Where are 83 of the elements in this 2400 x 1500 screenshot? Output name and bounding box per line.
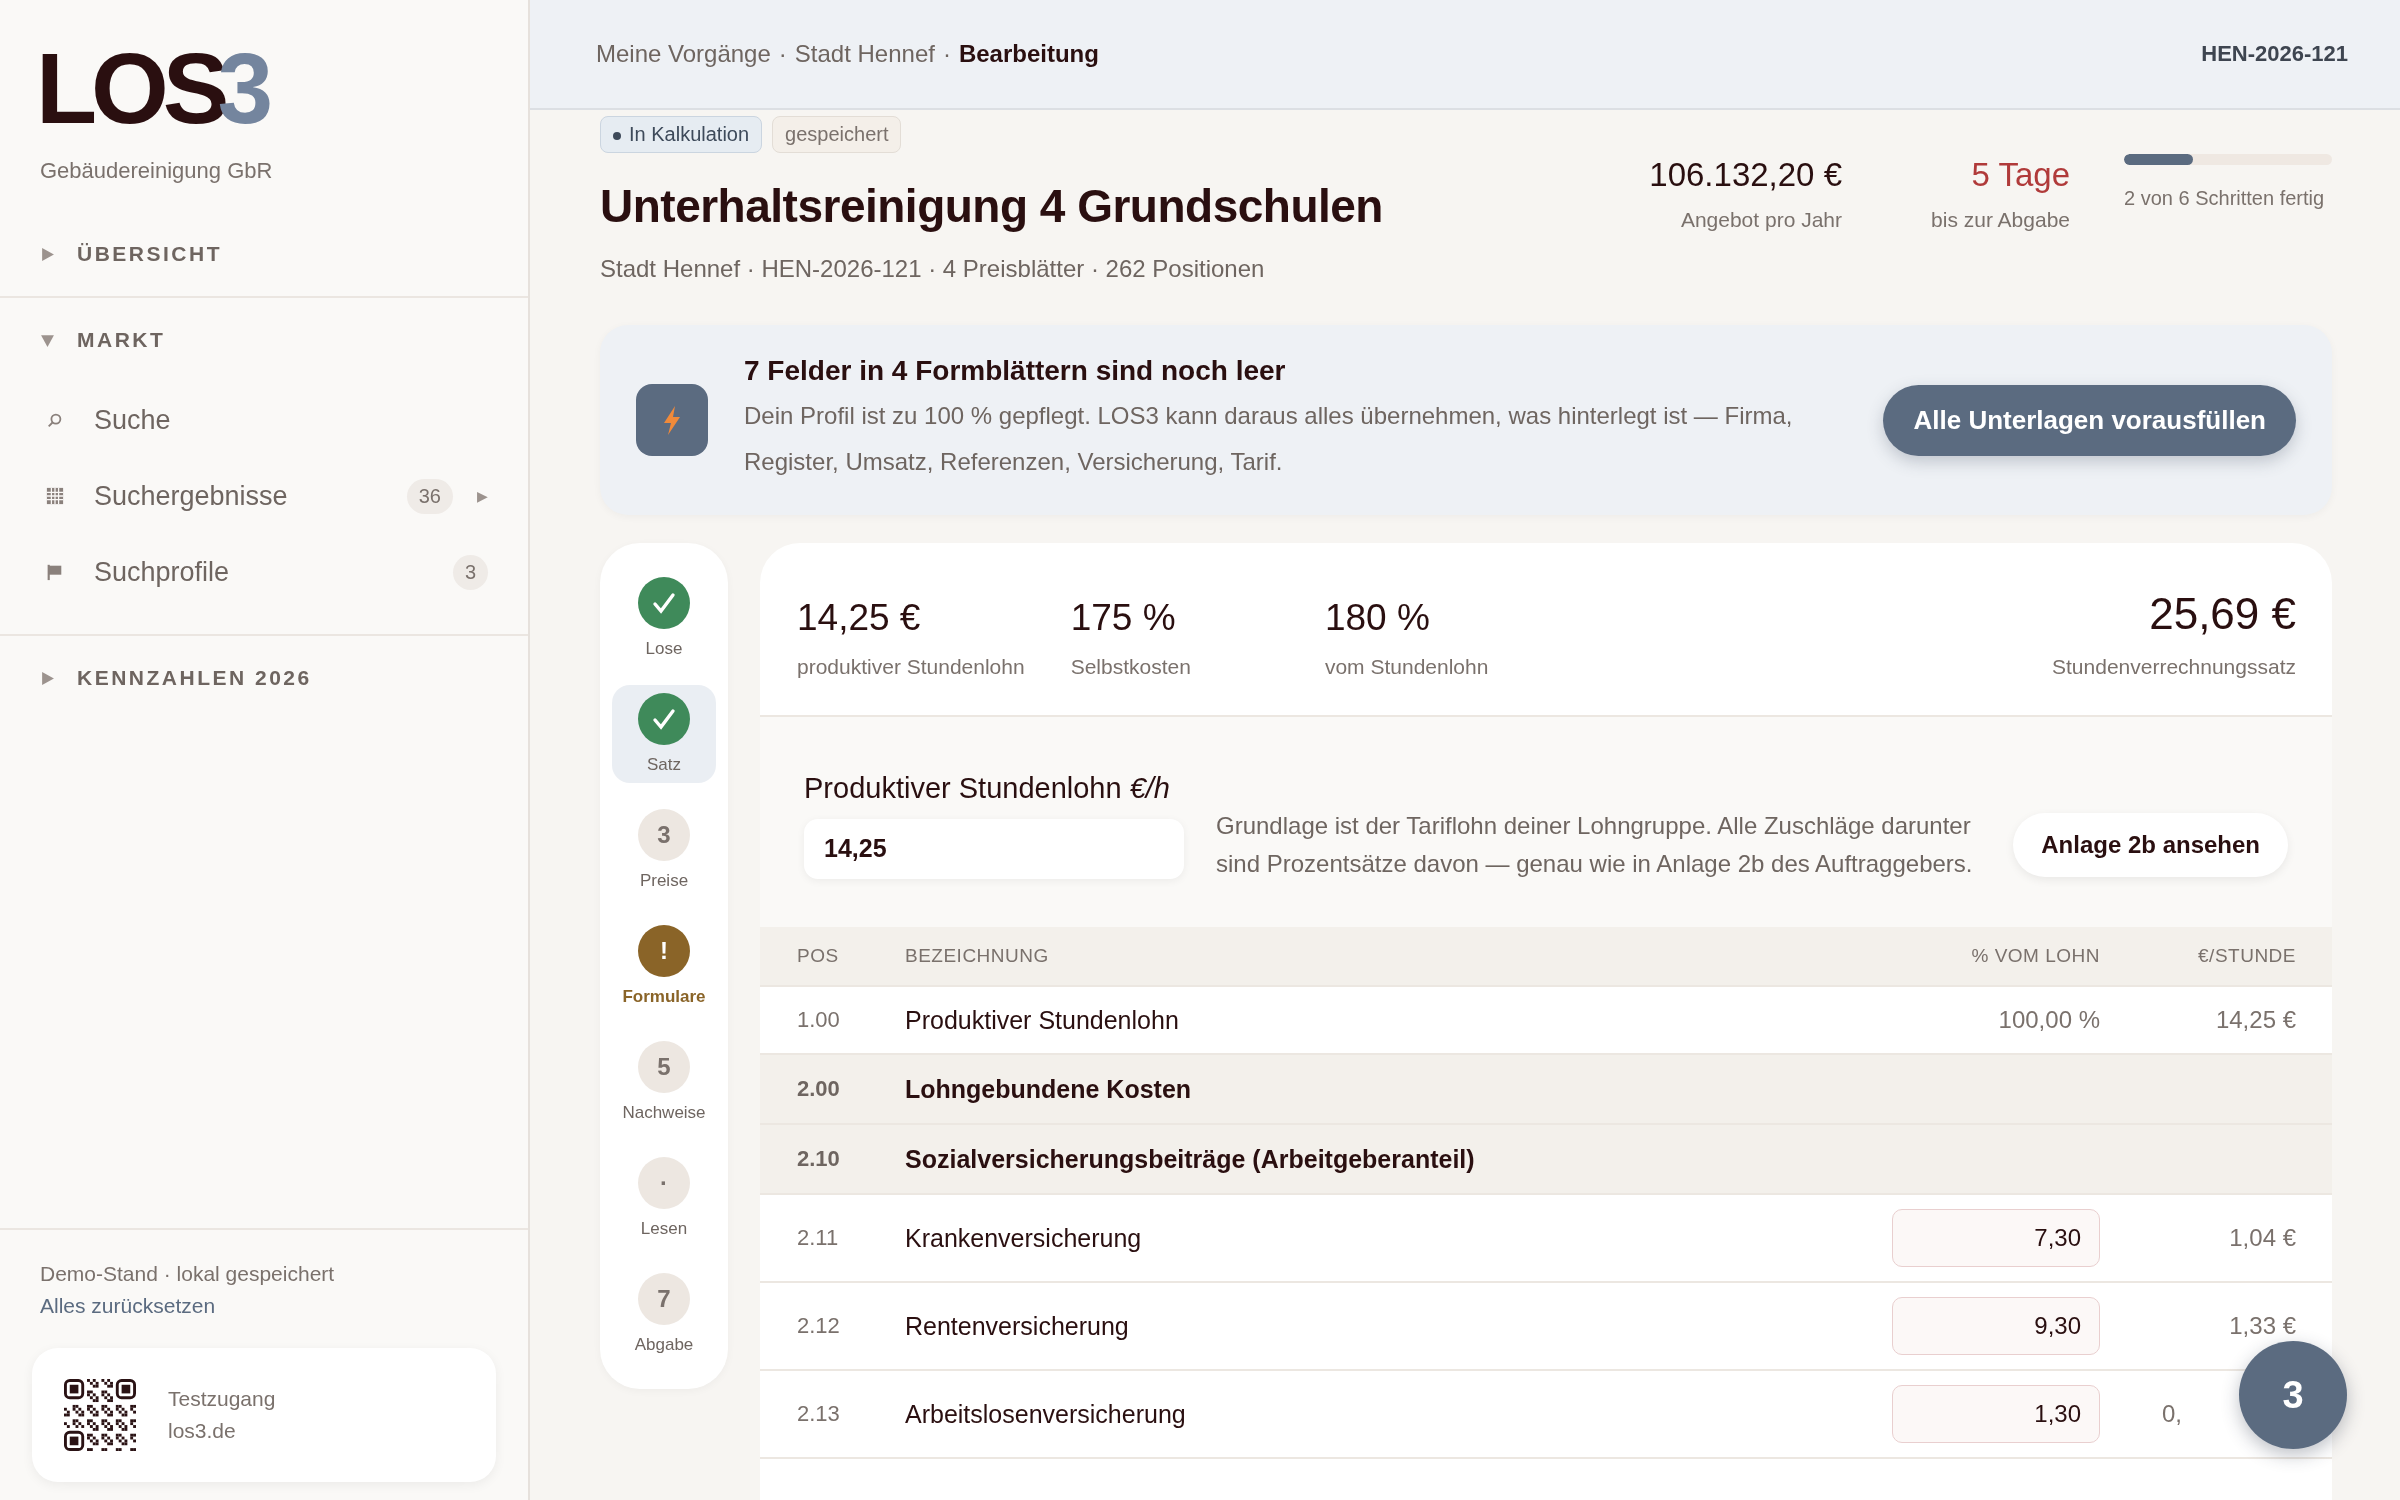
table-cell-text: 1,04 €	[2228, 1224, 2296, 1252]
percent-input[interactable]: 7,30	[1892, 1209, 2100, 1267]
stat-label: bis zur Abgabe	[1930, 208, 2070, 232]
nav-link[interactable]: Suchergebnisse	[94, 480, 407, 512]
breadcrumb-separator: ·	[778, 40, 787, 68]
table-cell-text: 2.12	[797, 1313, 841, 1339]
card-title: Testzugang	[168, 1386, 276, 1412]
table-cell-text: Sozialversicherungsbeiträge (Arbeitgeberanteil)	[905, 1144, 1476, 1174]
table-cell-text: Lohngebundene Kosten	[905, 1074, 1193, 1104]
banner-title: 7 Felder in 4 Formblättern sind noch leer	[744, 355, 1287, 387]
check-icon	[638, 693, 690, 745]
count-badge: 3	[452, 554, 488, 590]
table-cell-text: 0,	[2161, 1400, 2183, 1428]
section-toggle[interactable]: KENNZAHLEN 2026	[0, 636, 528, 720]
percent-input[interactable]: 9,30	[1892, 1297, 2100, 1355]
breadcrumb-item[interactable]: Meine Vorgänge	[596, 40, 771, 68]
metric-label: vom Stundenlohn	[1324, 655, 1489, 679]
table-cell-text: 100,00 %	[1997, 1006, 2100, 1034]
field-label: Produktiver Stundenlohn €/h	[804, 771, 1171, 805]
table-cell-text: 2.10	[797, 1146, 841, 1172]
metric-value: 175 %	[1070, 597, 1177, 639]
logo: LOS3	[36, 40, 269, 136]
table-cell-text: 2.11	[797, 1225, 840, 1251]
expand-caret-icon	[40, 246, 55, 262]
status-badge: In Kalkulation	[600, 116, 763, 153]
expand-arrow[interactable]: ▶	[477, 488, 488, 504]
company-name: Gebäudereinigung GbR	[39, 157, 274, 184]
step-tab[interactable]: 5 Nachweise	[612, 1033, 716, 1131]
step-tab[interactable]: ! Formulare	[612, 917, 716, 1015]
table-cell-text: 2.00	[797, 1076, 841, 1102]
wage-input-field[interactable]: 14,25	[804, 818, 1184, 879]
metric-label: Stundenverrechnungssatz	[2052, 655, 2296, 679]
table-header: POS BEZEICHNUNG % VOM LOHN €/STUNDE	[760, 927, 2332, 987]
table-cell-text: 1,33 €	[2228, 1312, 2296, 1340]
reset-link[interactable]: Alles zurücksetzen	[32, 1286, 496, 1318]
stat-value: 5 Tage	[1970, 156, 2070, 194]
breadcrumb-separator: ·	[942, 40, 951, 68]
check-icon	[638, 577, 690, 629]
breadcrumb-item: Bearbeitung	[958, 40, 1099, 68]
section-toggle[interactable]: MARKT	[0, 298, 528, 382]
status-text: Demo-Stand · lokal gespeichert	[39, 1262, 336, 1286]
progress-label: 2 von 6 Schritten fertig	[2124, 187, 2326, 210]
breadcrumb-item[interactable]: Stadt Hennef	[794, 40, 935, 68]
appendix-button[interactable]: Anlage 2b ansehen	[2013, 813, 2288, 877]
percent-input[interactable]: 1,30	[1892, 1385, 2100, 1443]
expand-caret-icon	[40, 670, 55, 686]
flag-icon	[46, 563, 64, 581]
grid-icon	[46, 487, 64, 505]
nav-link[interactable]: Suche	[94, 404, 488, 436]
collapse-caret-icon	[40, 332, 55, 348]
table-cell-text: Krankenversicherung	[905, 1223, 1143, 1253]
stat-value: 106.132,20 €	[1648, 156, 1842, 194]
metric-label: produktiver Stundenlohn	[797, 655, 1025, 679]
table-cell-text: 1.00	[797, 1007, 841, 1033]
qr-code-icon	[64, 1379, 136, 1451]
reference-number: HEN-2026-121	[2201, 41, 2348, 67]
count-badge: 36	[406, 478, 453, 514]
search-icon	[46, 411, 64, 429]
step-tab[interactable]: Satz	[612, 685, 716, 783]
step-tab[interactable]: · Lesen	[612, 1149, 716, 1247]
table-cell-text: 14,25 €	[2214, 1006, 2296, 1034]
prefill-button[interactable]: Alle Unterlagen vorausfüllen	[1883, 384, 2296, 456]
step-tab[interactable]: Lose	[612, 569, 716, 667]
stat-label: Angebot pro Jahr	[1679, 208, 1842, 232]
step-tab[interactable]: 7 Abgabe	[612, 1265, 716, 1363]
status-tag: gespeichert	[772, 116, 902, 153]
table-cell-text: Arbeitslosenversicherung	[905, 1399, 1187, 1429]
hint-text: Grundlage ist der Tariflohn deiner Lohngruppe. Alle Zuschläge darunter sind Prozentsätze davon — genau wie in Anlage 2b des Auftraggebers.	[1216, 811, 1974, 879]
table-cell-text: Rentenversicherung	[905, 1311, 1130, 1341]
step-tab[interactable]: 3 Preise	[612, 801, 716, 899]
project-subtitle: Stadt Hennef · HEN-2026-121 · 4 Preisblätter · 262 Positionen	[600, 255, 1266, 283]
table-cell-text: Produktiver Stundenlohn	[905, 1005, 1180, 1035]
section-toggle[interactable]: ÜBERSICHT	[0, 212, 528, 296]
metric-value: 25,69 €	[2148, 589, 2296, 639]
card-url: los3.de	[168, 1418, 237, 1444]
lightning-icon	[636, 384, 708, 456]
metric-label: Selbstkosten	[1070, 655, 1191, 679]
table-cell-text: 2.13	[797, 1401, 841, 1427]
project-title: Unterhaltsreinigung 4 Grundschulen	[600, 179, 1383, 233]
banner-text: Dein Profil ist zu 100 % gepflegt. LOS3 kann daraus alles übernehmen, was hinterlegt ist — Firma, Register, Umsatz, Referenzen, Versicherung, Tarif.	[744, 401, 1794, 477]
nav-link[interactable]: Suchprofile	[94, 556, 453, 588]
metric-value: 180 %	[1324, 597, 1431, 639]
metric-value: 14,25 €	[797, 597, 922, 639]
